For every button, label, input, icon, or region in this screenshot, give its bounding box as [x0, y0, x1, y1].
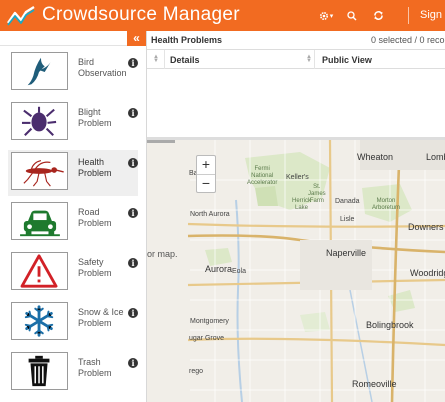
bird-icon [27, 57, 51, 86]
gear-icon [319, 11, 328, 20]
map-label-montgomery: Montgomery [190, 318, 229, 325]
map-label-herrick-text: Herrick Lake [292, 198, 311, 211]
layer-item-road-problem[interactable]: Road Problem i [8, 200, 138, 246]
search-button[interactable] [340, 0, 364, 31]
table-title: Health Problems [151, 35, 223, 45]
layer-label: Health Problem [78, 157, 112, 178]
map-label-morton-text: Morton Arboretum [372, 198, 401, 211]
sort-icon[interactable]: ▲ ▼ [153, 54, 159, 64]
map-label-kellers: Keller's [286, 174, 309, 181]
layer-thumbnail [11, 102, 68, 140]
map-label-herrick: Herrick Lake [292, 198, 311, 212]
layer-label: Snow & Ice Problem [78, 307, 124, 328]
zoom-out-button[interactable]: − [197, 174, 215, 192]
map-label-oswego: rego [189, 368, 204, 375]
sort-icon[interactable]: ▲ ▼ [306, 54, 312, 64]
info-icon[interactable]: i [128, 108, 138, 118]
double-chevron-left-icon: « [133, 31, 140, 45]
map-label-north-aurora: North Aurora [190, 211, 230, 218]
info-icon[interactable]: i [128, 208, 138, 218]
settings-menu-button[interactable]: ▾ [315, 0, 337, 31]
column-divider [164, 50, 165, 69]
mosquito-icon [23, 160, 64, 187]
map-label-woodridge: Woodridge [410, 268, 445, 278]
layer-label: Road Problem [78, 207, 112, 228]
column-header-details[interactable]: Details [170, 55, 200, 65]
record-count: 0 selected / 0 records [371, 35, 445, 45]
layer-thumbnail [11, 352, 68, 390]
zoom-control: + − [196, 155, 216, 193]
map-label-lombard: Lomba [426, 152, 445, 162]
layer-thumbnail [11, 52, 68, 90]
collapse-sidebar-button[interactable]: « [127, 31, 146, 46]
layer-item-trash-problem[interactable]: Trash Problem i [8, 350, 138, 396]
sign-in-link[interactable]: Sign In [420, 9, 445, 21]
search-icon [347, 10, 357, 20]
layer-item-snow-ice-problem[interactable]: Snow & Ice Problem i [8, 300, 138, 346]
map-hint-text: or map. [147, 249, 178, 259]
app-window: Crowdsource Manager ▾ Sign In [0, 0, 445, 402]
info-icon[interactable]: i [128, 258, 138, 268]
layer-item-bird-observation[interactable]: Bird Observation i [8, 50, 138, 96]
refresh-button[interactable] [366, 0, 390, 31]
warning-triangle-icon [20, 254, 58, 288]
map-label-fermi: Fermi National Accelerator [247, 166, 277, 187]
blight-bug-icon [21, 106, 57, 136]
info-icon[interactable]: i [128, 308, 138, 318]
layer-label: Blight Problem [78, 107, 112, 128]
snowflake-icon [24, 305, 54, 337]
layer-thumbnail [11, 202, 68, 240]
layer-label: Bird Observation [78, 57, 127, 78]
map-label-fermi-text: Fermi National Accelerator [247, 166, 278, 186]
panel-splitter-handle[interactable] [147, 140, 175, 143]
app-logo-icon [6, 4, 36, 27]
app-header: Crowdsource Manager ▾ Sign In [0, 0, 445, 31]
layer-label: Safety Problem [78, 257, 112, 278]
attribute-table-panel: Health Problems 0 selected / 0 records ▲… [147, 31, 445, 140]
car-icon [20, 210, 60, 237]
table-titlebar: Health Problems 0 selected / 0 records [147, 31, 445, 50]
map-label-danada: Danada [335, 198, 360, 205]
map-label-naperville: Naperville [326, 248, 367, 258]
map-label-sugar-grove: ugar Grove [189, 335, 225, 342]
info-icon[interactable]: i [128, 358, 138, 368]
map-label-wheaton: Wheaton [357, 152, 394, 162]
layer-thumbnail [11, 152, 68, 190]
layer-thumbnail [11, 302, 68, 340]
map-label-aurora: Aurora [205, 264, 233, 274]
trash-can-icon [28, 355, 50, 387]
header-divider [408, 7, 409, 24]
layer-item-health-problem[interactable]: Health Problem i [8, 150, 138, 196]
zoom-in-button[interactable]: + [197, 156, 215, 174]
sidebar-toolbar: « [0, 31, 146, 46]
column-divider [314, 50, 315, 69]
map-label-romeoville: Romeoville [352, 379, 397, 389]
map-label-eola: Eola [232, 268, 247, 275]
layer-thumbnail [11, 252, 68, 290]
app-title: Crowdsource Manager [42, 4, 240, 25]
layer-label: Trash Problem [78, 357, 112, 378]
chevron-down-icon: ▾ [329, 12, 334, 20]
layer-sidebar: « Bird Observation i Blight Problem i He… [0, 31, 147, 402]
map-label-downers-grove: Downers G [408, 222, 445, 232]
map-label-bolingbrook: Bolingbrook [366, 320, 414, 330]
info-icon[interactable]: i [128, 58, 138, 68]
map-label-morton: Morton Arboretum [372, 198, 400, 212]
layer-item-blight-problem[interactable]: Blight Problem i [8, 100, 138, 146]
refresh-icon [373, 11, 383, 20]
layer-item-safety-problem[interactable]: Safety Problem i [8, 250, 138, 296]
column-header-public-view[interactable]: Public View [322, 55, 372, 65]
table-header-row: ▲ ▼ Details ▲ ▼ Public View [147, 50, 445, 69]
info-icon[interactable]: i [128, 158, 138, 168]
map-label-warrenville: Lisle [340, 216, 355, 223]
